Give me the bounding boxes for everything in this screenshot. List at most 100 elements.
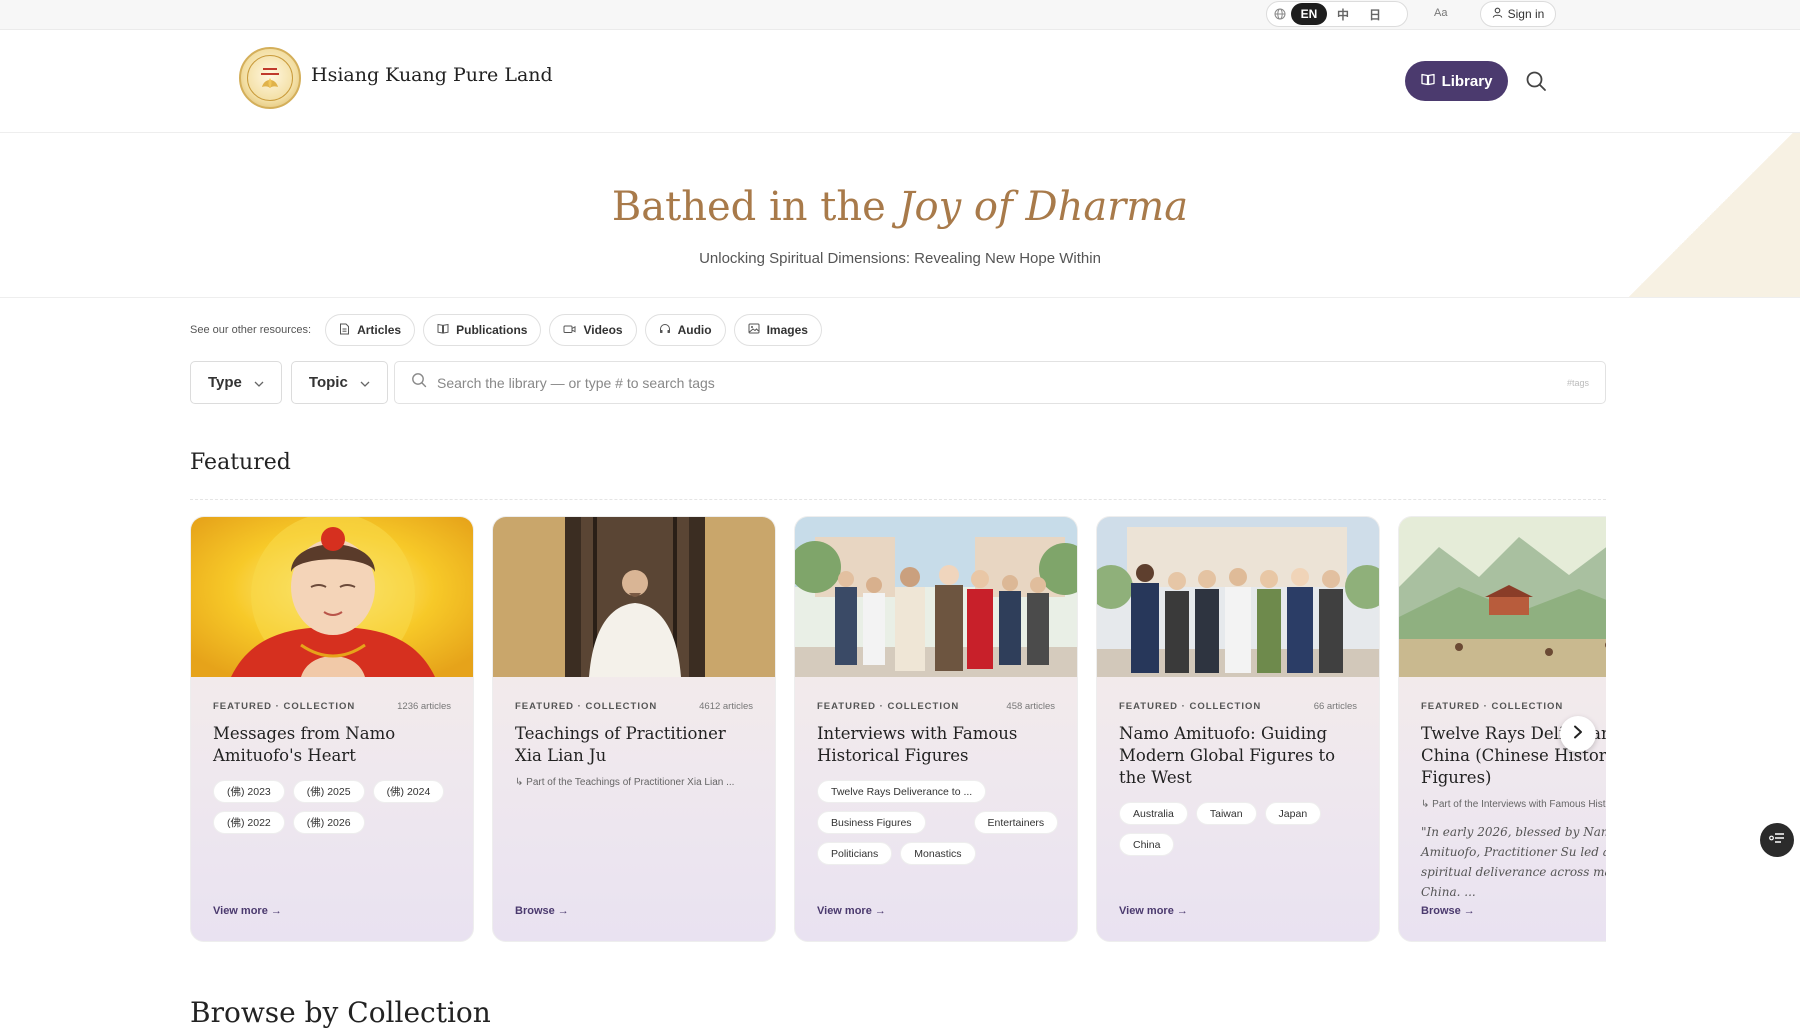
lotus-emblem-icon <box>247 55 293 101</box>
card-article-count: 458 articles <box>1006 701 1055 712</box>
resources-label: See our other resources: <box>190 324 312 336</box>
card-image-historical-figures <box>795 517 1077 677</box>
image-icon <box>748 323 760 337</box>
chevron-down-icon <box>360 374 370 391</box>
chevron-down-icon <box>254 374 264 391</box>
card-meta: FEATURED · COLLECTION 66 articles <box>1119 701 1357 712</box>
resources-bar: See our other resources: Articles Public… <box>190 314 822 346</box>
hero-title-italic: Joy of Dharma <box>898 184 1189 230</box>
card-image-global-figures <box>1097 517 1379 677</box>
card-parent-collection[interactable]: ↳ Part of the Interviews with Famous His… <box>1421 799 1606 810</box>
floating-menu-button[interactable] <box>1760 823 1794 857</box>
language-ja-button[interactable]: 日 <box>1359 3 1391 25</box>
card-category: FEATURED · COLLECTION <box>1119 701 1262 712</box>
tag-chip[interactable]: (佛) 2025 <box>292 780 365 803</box>
card-meta: FEATURED · COLLECTION 458 articles <box>817 701 1055 712</box>
tag-chip[interactable]: China <box>1119 833 1175 856</box>
card-tags: (佛) 2023 (佛) 2025 (佛) 2024 (佛) 2022 (佛) … <box>213 780 463 834</box>
language-en-button[interactable]: EN <box>1291 3 1327 25</box>
site-title[interactable]: Hsiang Kuang Pure Land <box>311 64 553 86</box>
tag-chip[interactable]: Monastics <box>900 842 976 865</box>
resource-publications-chip[interactable]: Publications <box>423 314 542 346</box>
utility-bar: EN 中 日 Aa Sign in <box>0 0 1800 30</box>
type-dropdown[interactable]: Type <box>190 361 282 404</box>
resource-videos-chip[interactable]: Videos <box>549 314 637 346</box>
tag-chip[interactable]: Twelve Rays Deliverance to ... <box>817 780 987 803</box>
tag-chip[interactable]: Politicians <box>817 842 893 865</box>
tag-chip[interactable]: (佛) 2022 <box>213 811 285 834</box>
book-icon <box>437 323 449 337</box>
resource-articles-chip[interactable]: Articles <box>325 314 416 346</box>
card-parent-collection[interactable]: ↳ Part of the Teachings of Practitioner … <box>515 777 755 788</box>
book-open-icon <box>1420 72 1435 90</box>
card-title: Messages from Namo Amituofo's Heart <box>213 724 396 765</box>
featured-card[interactable]: FEATURED · COLLECTION 66 articles Namo A… <box>1096 516 1380 942</box>
card-title: Interviews with Famous Historical Figure… <box>817 724 1018 765</box>
resource-videos-label: Videos <box>583 323 623 337</box>
card-category: FEATURED · COLLECTION <box>817 701 960 712</box>
library-search-input[interactable] <box>437 374 1567 391</box>
resource-audio-chip[interactable]: Audio <box>644 314 726 346</box>
tag-chip[interactable]: (佛) 2026 <box>292 811 365 834</box>
view-more-link[interactable]: View more → <box>1119 905 1188 917</box>
card-quote: "In early 2026, blessed by Namo Amituofo… <box>1421 825 1606 899</box>
document-icon <box>339 323 350 338</box>
card-tags: Australia Taiwan Japan China <box>1119 802 1369 856</box>
tags-hint: #tags <box>1566 377 1589 388</box>
view-more-link[interactable]: View more → <box>213 905 282 917</box>
font-size-button[interactable]: Aa <box>1434 7 1447 19</box>
browse-link[interactable]: Browse → <box>1421 905 1475 917</box>
library-label: Library <box>1441 72 1493 90</box>
card-category: FEATURED · COLLECTION <box>213 701 356 712</box>
featured-card[interactable]: FEATURED · COLLECTION 4612 articles Teac… <box>492 516 776 942</box>
card-image-buddha <box>191 517 473 677</box>
headphones-icon <box>659 323 671 337</box>
card-title: Teachings of Practitioner Xia Lian Ju <box>515 724 726 765</box>
card-image-practitioner <box>493 517 775 677</box>
tag-chip[interactable]: Taiwan <box>1195 802 1257 825</box>
card-category: FEATURED · COLLECTION <box>515 701 658 712</box>
card-image-landscape <box>1399 517 1606 677</box>
carousel-next-button[interactable] <box>1560 716 1596 752</box>
resource-images-chip[interactable]: Images <box>733 314 822 346</box>
list-menu-icon <box>1769 831 1785 849</box>
language-zh-button[interactable]: 中 <box>1327 3 1359 25</box>
card-article-count: 66 articles <box>1313 701 1357 712</box>
topic-dropdown-label: Topic <box>308 374 348 391</box>
resource-audio-label: Audio <box>677 323 712 337</box>
tag-chip[interactable]: Entertainers <box>973 811 1059 834</box>
topic-dropdown[interactable]: Topic <box>290 361 388 404</box>
section-divider <box>190 499 1606 500</box>
tag-chip[interactable]: Japan <box>1264 802 1322 825</box>
tag-chip[interactable]: (佛) 2024 <box>372 780 445 803</box>
resource-publications-label: Publications <box>456 323 528 337</box>
library-search-box: #tags <box>394 361 1606 404</box>
featured-card[interactable]: FEATURED · COLLECTION 1236 articles Mess… <box>190 516 474 942</box>
chevron-right-icon <box>1573 725 1583 744</box>
tag-chip[interactable]: Business Figures <box>817 811 926 834</box>
card-meta: FEATURED · COLLECTION 1236 articles <box>213 701 451 712</box>
search-icon[interactable] <box>1525 70 1547 92</box>
card-tags: Twelve Rays Deliverance to ... Business … <box>817 780 1067 865</box>
card-meta: FEATURED · COLLECTION 4612 articles <box>515 701 753 712</box>
featured-card[interactable]: FEATURED · COLLECTION 458 articles Inter… <box>794 516 1078 942</box>
filter-bar: Type Topic <box>190 361 388 404</box>
tag-chip[interactable]: Australia <box>1119 802 1188 825</box>
site-logo[interactable] <box>239 47 301 109</box>
user-icon <box>1492 7 1503 21</box>
library-button[interactable]: Library <box>1405 61 1508 101</box>
sign-in-button[interactable]: Sign in <box>1480 1 1556 27</box>
browse-link[interactable]: Browse → <box>515 905 569 917</box>
view-more-link[interactable]: View more → <box>817 905 886 917</box>
card-meta: FEATURED · COLLECTION <box>1421 701 1606 712</box>
type-dropdown-label: Type <box>208 374 242 391</box>
hero-title-plain: Bathed in the <box>611 184 899 230</box>
hero-title: Bathed in the Joy of Dharma <box>0 184 1800 230</box>
video-icon <box>563 323 576 337</box>
sign-in-label: Sign in <box>1507 7 1545 21</box>
tag-chip[interactable]: (佛) 2023 <box>213 780 285 803</box>
globe-icon <box>1273 7 1287 21</box>
resource-images-label: Images <box>766 323 808 337</box>
featured-heading: Featured <box>190 450 291 475</box>
hero-subtitle: Unlocking Spiritual Dimensions: Revealin… <box>699 250 1101 267</box>
